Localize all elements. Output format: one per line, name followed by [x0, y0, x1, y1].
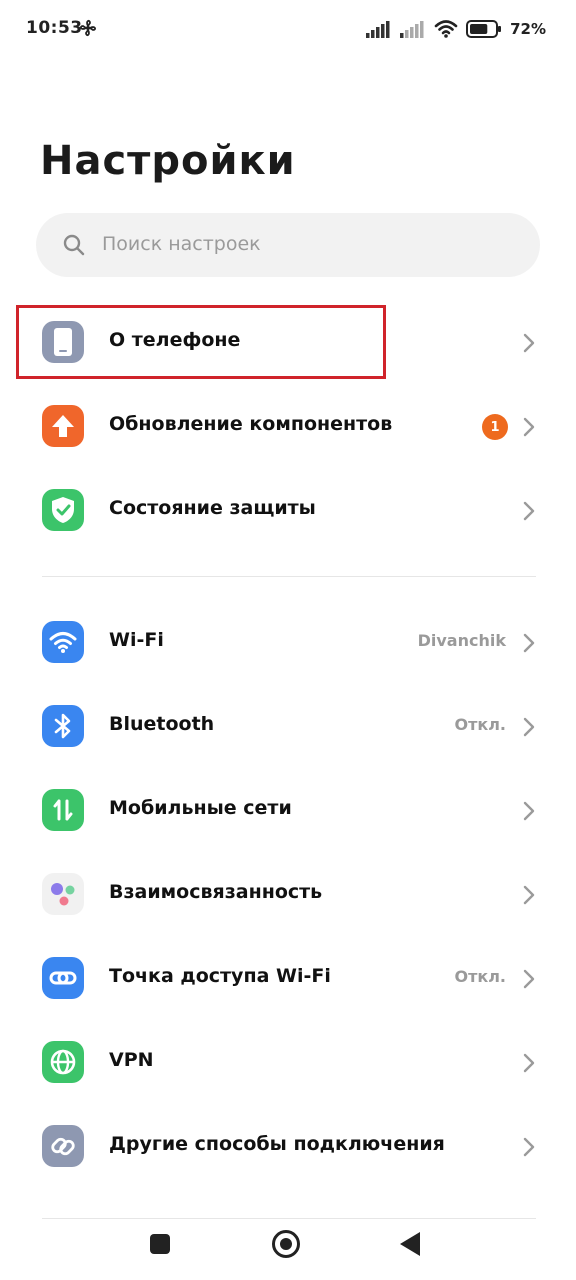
chevron-right-icon [523, 801, 535, 821]
bluetooth-icon [42, 705, 84, 747]
settings-row-interconnect[interactable]: Взаимосвязанность [0, 852, 576, 936]
settings-row-label: Взаимосвязанность [109, 881, 323, 903]
back-button[interactable] [400, 1232, 420, 1256]
status-bar: 10:53 72% [0, 0, 576, 58]
settings-row-label: Мобильные сети [109, 797, 292, 819]
recent-apps-button[interactable] [150, 1234, 170, 1254]
signal-icon-secondary [400, 21, 424, 38]
settings-row-value: Откл. [454, 715, 506, 734]
fan-icon [80, 20, 96, 36]
chevron-right-icon [523, 501, 535, 521]
chevron-right-icon [523, 633, 535, 653]
settings-row-label: Bluetooth [109, 713, 215, 735]
globe-icon [42, 1041, 84, 1083]
notification-badge: 1 [482, 414, 508, 440]
settings-row-link[interactable]: Другие способы подключения [0, 1104, 576, 1188]
update-arrow-icon [42, 405, 84, 447]
shield-check-icon [42, 489, 84, 531]
settings-row-label: Wi-Fi [109, 629, 164, 651]
settings-row-label: Обновление компонентов [109, 413, 393, 435]
interconnect-icon [42, 873, 84, 915]
settings-row-wifi[interactable]: Wi-Fi Divanchik [0, 600, 576, 684]
settings-row-bluetooth[interactable]: Bluetooth Откл. [0, 684, 576, 768]
settings-row-value: Divanchik [417, 631, 506, 650]
home-button[interactable] [272, 1230, 300, 1258]
battery-icon [466, 20, 502, 38]
highlight-frame [16, 305, 386, 379]
settings-row-globe[interactable]: VPN [0, 1020, 576, 1104]
chevron-right-icon [523, 333, 535, 353]
page-title: Настройки [40, 138, 296, 184]
chevron-right-icon [523, 969, 535, 989]
hotspot-icon [42, 957, 84, 999]
settings-row-value: Откл. [454, 967, 506, 986]
link-icon [42, 1125, 84, 1167]
wifi-status-icon [434, 20, 458, 38]
settings-row-label: Состояние защиты [109, 497, 316, 519]
search-input[interactable]: Поиск настроек [36, 213, 540, 277]
battery-percent: 72% [510, 20, 546, 38]
settings-row-label: Другие способы подключения [109, 1133, 445, 1155]
settings-row-hotspot[interactable]: Точка доступа Wi-Fi Откл. [0, 936, 576, 1020]
settings-row-label: VPN [109, 1049, 154, 1071]
settings-row-mobile-data[interactable]: Мобильные сети [0, 768, 576, 852]
search-icon [63, 234, 85, 256]
chevron-right-icon [523, 885, 535, 905]
chevron-right-icon [523, 1137, 535, 1157]
mobile-data-icon [42, 789, 84, 831]
section-divider [42, 576, 536, 577]
chevron-right-icon [523, 417, 535, 437]
status-time: 10:53 [26, 18, 83, 38]
signal-icon [366, 21, 390, 38]
settings-row-shield-check[interactable]: Состояние защиты [0, 468, 576, 552]
chevron-right-icon [523, 717, 535, 737]
settings-row-update-arrow[interactable]: Обновление компонентов 1 [0, 384, 576, 468]
navigation-bar [0, 1212, 576, 1280]
status-indicators: 72% [366, 17, 546, 41]
search-placeholder: Поиск настроек [102, 233, 261, 255]
settings-row-label: Точка доступа Wi-Fi [109, 965, 331, 987]
wifi-icon [42, 621, 84, 663]
chevron-right-icon [523, 1053, 535, 1073]
